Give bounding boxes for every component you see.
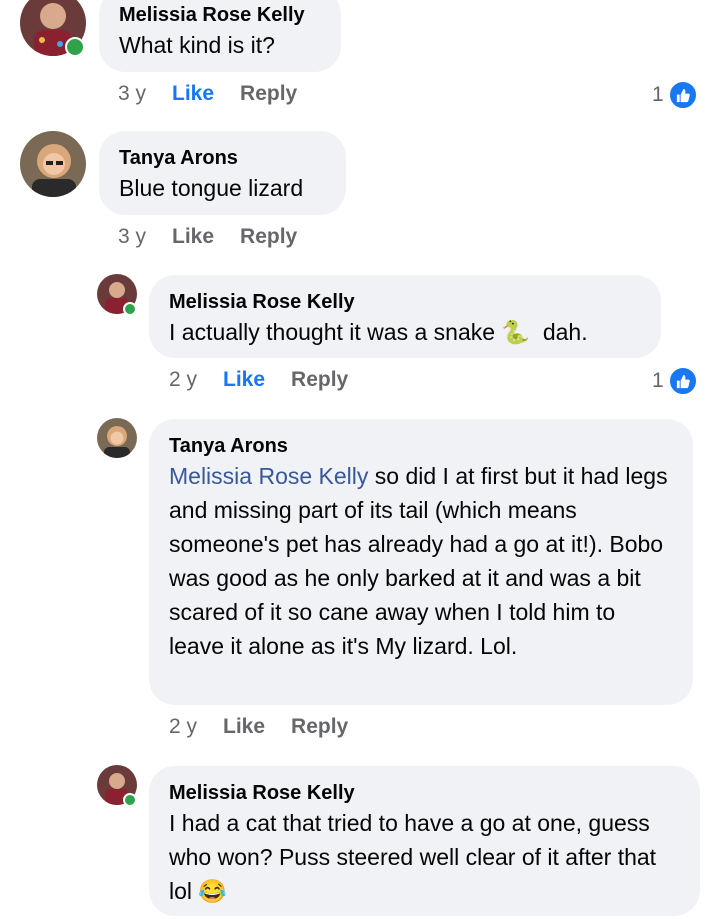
thumbs-up-icon <box>667 80 698 110</box>
reply-button[interactable]: Reply <box>291 715 348 739</box>
reply-button[interactable]: Reply <box>240 82 297 106</box>
like-button[interactable]: Like <box>223 715 265 739</box>
comment-author[interactable]: Melissia Rose Kelly <box>169 780 680 806</box>
reply-button[interactable]: Reply <box>291 368 348 392</box>
reaction-count[interactable]: 1 <box>652 366 698 396</box>
laughing-emoji: 😂 <box>198 878 228 904</box>
comment-text-part: dah. <box>542 319 588 345</box>
reaction-count-value: 1 <box>652 83 664 106</box>
comment-text-part: I had a cat that tried to have a go at o… <box>169 810 657 904</box>
thumbs-up-icon <box>667 366 698 396</box>
comment-timestamp[interactable]: 3 y <box>118 225 146 249</box>
comment-bubble: Tanya Arons Melissia Rose Kelly so did I… <box>149 419 693 705</box>
comment-timestamp[interactable]: 2 y <box>169 715 197 739</box>
comment-actions: 3 y Like Reply <box>118 225 323 249</box>
comment-actions: 2 y Like Reply <box>169 715 374 739</box>
comment-text: Blue tongue lizard <box>119 175 304 201</box>
comment-actions: 2 y Like Reply <box>169 368 374 392</box>
comment-text: Melissia Rose Kelly so did I at first bu… <box>169 459 673 663</box>
comment-text-part: I actually thought it was a snake <box>169 319 496 345</box>
like-button[interactable]: Like <box>223 368 265 392</box>
comment-timestamp[interactable]: 3 y <box>118 82 146 106</box>
comment-bubble: Tanya Arons Blue tongue lizard <box>99 131 346 215</box>
comment-author[interactable]: Tanya Arons <box>169 433 673 459</box>
snake-emoji: 🐍 <box>501 319 531 345</box>
online-status-icon <box>123 302 137 316</box>
comment-author[interactable]: Melissia Rose Kelly <box>119 2 321 28</box>
reaction-count-value: 1 <box>652 369 664 392</box>
online-status-icon <box>65 37 85 57</box>
comment-author[interactable]: Tanya Arons <box>119 145 326 171</box>
comment-text: I actually thought it was a snake 🐍 dah. <box>169 315 641 349</box>
comment-text: I had a cat that tried to have a go at o… <box>169 806 680 908</box>
avatar[interactable] <box>20 131 86 197</box>
reaction-count[interactable]: 1 <box>652 80 698 110</box>
comment-text: What kind is it? <box>119 32 275 58</box>
comment-bubble: Melissia Rose Kelly I actually thought i… <box>149 275 661 358</box>
online-status-icon <box>123 793 137 807</box>
comment-bubble: Melissia Rose Kelly I had a cat that tri… <box>149 766 700 916</box>
comment-actions: 3 y Like Reply <box>118 82 323 106</box>
comment-bubble: Melissia Rose Kelly What kind is it? <box>99 0 341 72</box>
mention-link[interactable]: Melissia Rose Kelly <box>169 463 368 489</box>
comment-text-part: so did I at first but it had legs and mi… <box>169 463 668 659</box>
like-button[interactable]: Like <box>172 225 214 249</box>
comment-timestamp[interactable]: 2 y <box>169 368 197 392</box>
reply-button[interactable]: Reply <box>240 225 297 249</box>
like-button[interactable]: Like <box>172 82 214 106</box>
avatar[interactable] <box>97 418 137 458</box>
comment-author[interactable]: Melissia Rose Kelly <box>169 289 641 315</box>
